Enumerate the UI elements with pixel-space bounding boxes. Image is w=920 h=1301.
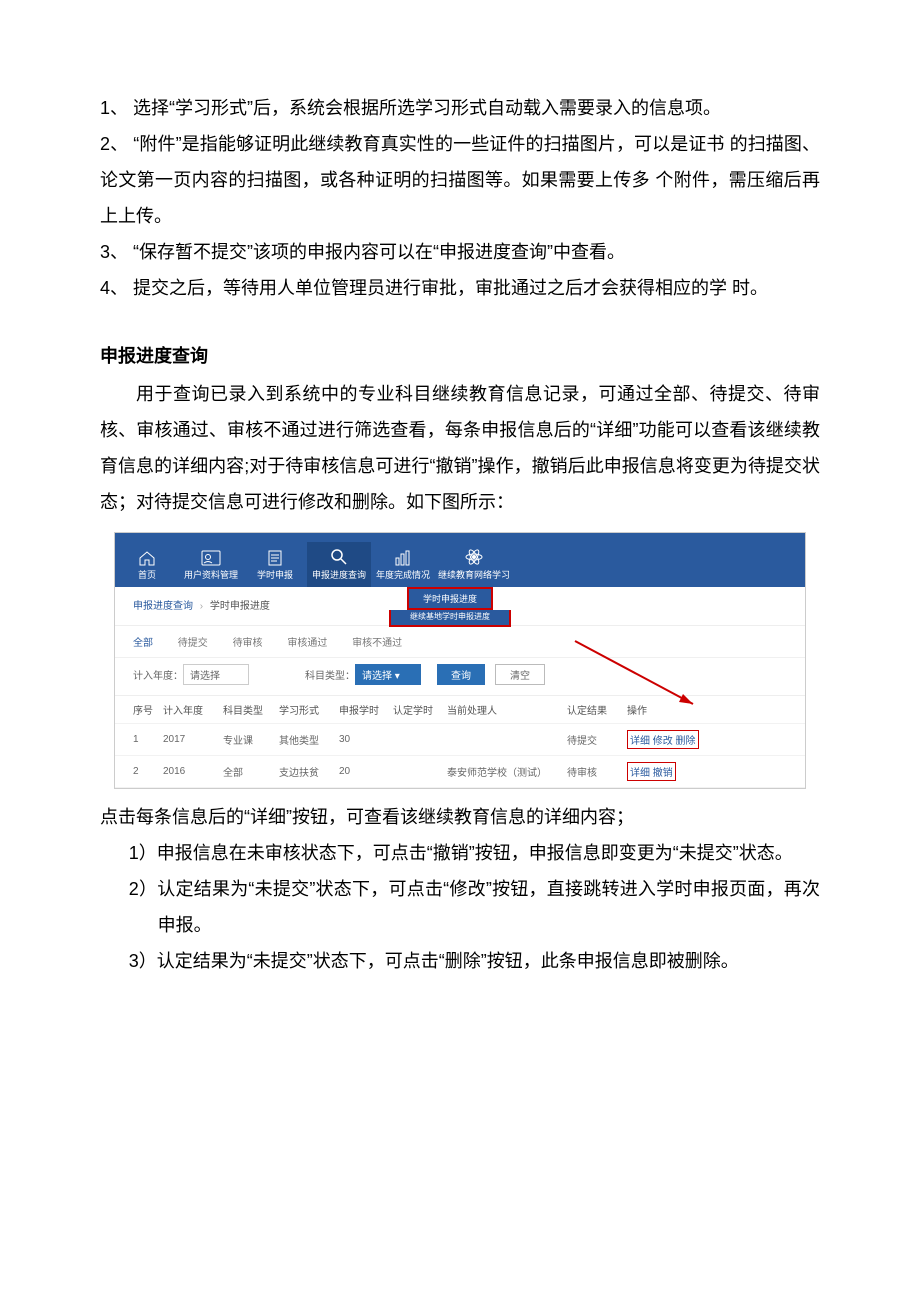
row-ops-1[interactable]: 详细 修改 删除 (627, 730, 699, 749)
tab-rejected[interactable]: 审核不通过 (352, 638, 402, 649)
year-label: 计入年度： (133, 667, 183, 682)
paragraph-1: 1、 选择“学习形式”后，系统会根据所选学习形式自动载入需要录入的信息项。 (100, 90, 820, 126)
section-title: 申报进度查询 (100, 342, 820, 368)
filter-tabs: 全部 待提交 待审核 审核通过 审核不通过 (115, 625, 805, 657)
screenshot-figure: 首页 用户资料管理 学时申报 申报进度查询 年度完成情况 继续教育网络学习 (114, 532, 806, 789)
tab-all[interactable]: 全部 (133, 638, 153, 649)
tab-pending-submit[interactable]: 待提交 (178, 638, 208, 649)
type-label: 科目类型： (305, 667, 355, 682)
year-select[interactable]: 请选择 (183, 664, 249, 685)
chevron-down-icon: ▾ (395, 671, 400, 682)
after-figure-text: 点击每条信息后的“详细”按钮，可查看该继续教育信息的详细内容； (100, 799, 820, 835)
tab-pending-review[interactable]: 待审核 (233, 638, 263, 649)
breadcrumb: 申报进度查询 › 学时申报进度 (133, 597, 270, 612)
paragraph-3: 3、 “保存暂不提交”该项的申报内容可以在“申报进度查询”中查看。 (100, 234, 820, 270)
document-icon (267, 550, 283, 566)
nav-user-info[interactable]: 用户资料管理 (179, 544, 243, 587)
bar-chart-icon (394, 550, 412, 566)
clear-button[interactable]: 清空 (495, 664, 545, 685)
nav-hours-apply[interactable]: 学时申报 (243, 544, 307, 587)
subnav-area: 申报进度查询 › 学时申报进度 学时申报进度 继续基地学时申报进度 (115, 587, 805, 625)
nav-home[interactable]: 首页 (115, 544, 179, 587)
table-row: 2 2016 全部 支边扶贫 20 泰安师范学校（测试） 待审核 详细 撤销 (115, 756, 805, 788)
home-icon (138, 550, 156, 566)
query-button[interactable]: 查询 (437, 664, 485, 685)
crumb-current: 学时申报进度 (210, 601, 270, 612)
top-navbar: 首页 用户资料管理 学时申报 申报进度查询 年度完成情况 继续教育网络学习 (115, 533, 805, 587)
list-item-2: 2）认定结果为“未提交”状态下，可点击“修改”按钮，直接跳转进入学时申报页面，再… (100, 871, 820, 943)
table-row: 1 2017 专业课 其他类型 30 待提交 详细 修改 删除 (115, 724, 805, 756)
list-item-3: 3）认定结果为“未提交”状态下，可点击“删除”按钮，此条申报信息即被删除。 (100, 943, 820, 979)
nav-year-status[interactable]: 年度完成情况 (371, 544, 435, 587)
type-select[interactable]: 请选择 ▾ (355, 664, 421, 685)
user-card-icon (201, 550, 221, 566)
subnav-btn-2[interactable]: 继续基地学时申报进度 (389, 610, 511, 627)
search-icon (330, 548, 348, 566)
filter-bar: 计入年度： 请选择 科目类型： 请选择 ▾ 查询 清空 (115, 657, 805, 695)
result-grid: 序号 计入年度 科目类型 学习形式 申报学时 认定学时 当前处理人 认定结果 操… (115, 695, 805, 788)
crumb-parent[interactable]: 申报进度查询 (133, 601, 193, 612)
tab-approved[interactable]: 审核通过 (287, 638, 327, 649)
list-item-1: 1）申报信息在未审核状态下，可点击“撤销”按钮，申报信息即变更为“未提交”状态。 (100, 835, 820, 871)
subnav-btn-1[interactable]: 学时申报进度 (407, 587, 493, 610)
row-ops-2[interactable]: 详细 撤销 (627, 762, 676, 781)
grid-header: 序号 计入年度 科目类型 学习形式 申报学时 认定学时 当前处理人 认定结果 操… (115, 696, 805, 724)
atom-icon (465, 548, 483, 566)
paragraph-2: 2、 “附件”是指能够证明此继续教育真实性的一些证件的扫描图片，可以是证书 的扫… (100, 126, 820, 234)
intro-paragraph: 用于查询已录入到系统中的专业科目继续教育信息记录，可通过全部、待提交、待审核、审… (100, 376, 820, 520)
nav-progress-query[interactable]: 申报进度查询 (307, 542, 371, 587)
paragraph-4: 4、 提交之后，等待用人单位管理员进行审批，审批通过之后才会获得相应的学 时。 (100, 270, 820, 306)
nav-online-learn[interactable]: 继续教育网络学习 (435, 542, 513, 587)
